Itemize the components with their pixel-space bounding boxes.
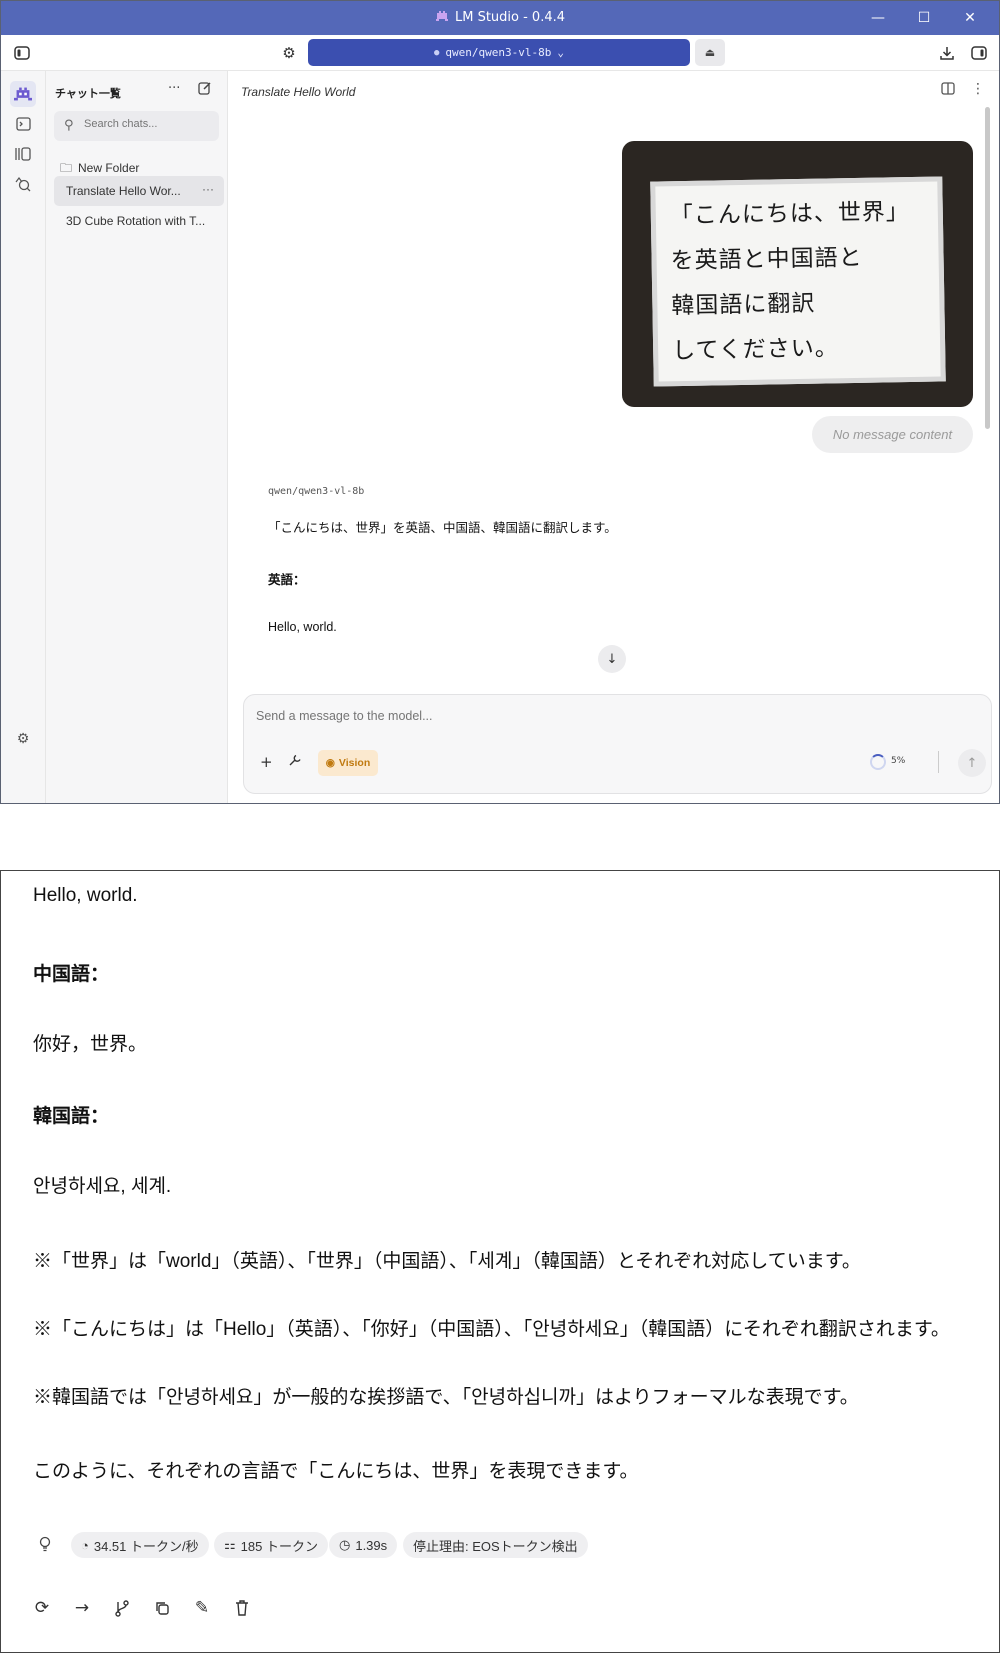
vision-badge[interactable]: ◉ Vision [318,750,378,776]
message-input[interactable] [256,709,956,733]
chat-list-item[interactable]: 3D Cube Rotation with T... [54,206,224,236]
split-view-icon[interactable] [941,82,955,99]
reply-note: ※「こんにちは」は「Hello」（英語）、「你好」（中国語）、「안녕하세요」（韓… [33,1319,950,1340]
message-composer: + ◉Vision 5% ↑ [243,694,992,794]
generation-time: 1.39s [355,1537,388,1553]
terminal-icon[interactable] [10,111,36,137]
minimize-button[interactable]: — [855,1,901,35]
context-usage-ring [870,754,886,770]
token-count: 185 トークン [240,1538,318,1554]
clock-icon: ◷ [339,1537,351,1552]
search-input[interactable] [84,118,209,130]
chat-icon[interactable] [10,81,36,107]
tokens-per-second: 34.51 トークン/秒 [93,1538,199,1554]
discover-icon[interactable] [10,171,36,197]
lm-studio-logo-icon [435,11,448,21]
scroll-to-bottom-button[interactable]: ↓ [598,645,626,673]
eject-icon: ⏏ [704,46,716,59]
chat-item-label: Translate Hello Wor... [66,184,181,198]
title-bar: LM Studio - 0.4.4 — ☐ ✕ [1,1,999,35]
vision-label: Vision [338,757,371,769]
speedometer-icon: ◔ [81,1537,89,1553]
board-line: を英語と中国語と [670,244,863,275]
reply-korean-text: 안녕하세요, 세계. [33,1176,172,1197]
download-icon[interactable] [937,43,957,63]
lightbulb-icon[interactable] [39,1536,51,1556]
chat-item-more-icon[interactable]: ··· [202,182,214,196]
reply-note: ※韓国語では「안녕하세요」が一般的な挨拶語で、「안녕하십니까」はよりフォーマルな… [33,1387,859,1408]
model-icon: ● [433,47,440,58]
reply-korean-heading: 韓国語： [33,1106,110,1127]
chat-item-label: 3D Cube Rotation with T... [66,214,206,228]
wrench-icon[interactable] [288,753,302,771]
reply-closing: このように、それぞれの言語で「こんにちは、世界」を表現できます。 [33,1461,639,1482]
toolbar: ⚙ ● qwen/qwen3-vl-8b ⌄ ⏏ [1,35,999,71]
add-attachment-icon[interactable]: + [260,753,273,771]
folder-plus-icon: 🗀 [60,161,73,175]
branch-icon[interactable] [110,1596,134,1620]
new-folder-label: New Folder [78,161,140,175]
regenerate-icon[interactable]: ⟳ [30,1596,54,1620]
board-line: 「こんにちは、世界」 [669,199,911,230]
search-box[interactable]: ⚲ [54,111,219,141]
context-usage-percent: 5% [891,756,906,766]
toggle-sidebar-icon[interactable] [12,43,32,63]
board-line: 韓国語に翻訳 [671,290,816,320]
token-count-badge: ⚏ 185 トークン [214,1532,328,1558]
edit-pencil-icon[interactable]: ✎ [190,1596,214,1620]
maximize-button[interactable]: ☐ [901,1,947,35]
sidebar-more-icon[interactable]: ··· [168,81,180,96]
close-button[interactable]: ✕ [947,1,993,35]
window-title: LM Studio - 0.4.4 [454,10,566,25]
token-icon: ⚏ [224,1537,236,1552]
reply-english-heading: 英語： [268,573,306,587]
eye-icon: ◉ [325,757,335,769]
stop-reason-badge: 停止理由: EOSトークン検出 [403,1532,588,1558]
attached-image[interactable]: 「こんにちは、世界」 を英語と中国語と 韓国語に翻訳 してください。 [622,141,973,407]
arrow-up-icon: ↑ [966,755,978,771]
chat-options-icon[interactable]: ⋮ [971,81,985,97]
send-button[interactable]: ↑ [958,749,986,777]
arrow-down-icon: ↓ [606,651,618,667]
copy-icon[interactable] [150,1596,174,1620]
reply-english-text: Hello, world. [268,620,337,634]
reply-english-text: Hello, world. [33,885,138,906]
reply-continuation-panel: Hello, world. 中国語： 你好，世界。 韓国語： 안녕하세요, 세계… [0,870,1000,1653]
chevron-down-icon: ⌄ [557,46,564,59]
whiteboard-photo: 「こんにちは、世界」 を英語と中国語と 韓国語に翻訳 してください。 [650,176,946,387]
user-message-bubble: No message content [812,416,973,453]
gear-icon[interactable]: ⚙ [279,43,299,63]
scrollbar[interactable] [985,107,990,429]
chat-title: Translate Hello World [241,85,356,99]
chat-main: Translate Hello World ⋮ 「こんにちは、世界」 を英語と中… [228,71,999,803]
time-badge: ◷ 1.39s [329,1532,398,1558]
stop-reason: 停止理由: EOSトークン検出 [413,1538,578,1554]
delete-trash-icon[interactable] [230,1596,254,1620]
reply-chinese-text: 你好，世界。 [33,1034,148,1055]
reply-chinese-heading: 中国語： [33,964,110,985]
chat-sidebar: チャット一覧 ··· ⚲ 🗀 New Folder Translate Hello… [46,71,228,803]
reply-note: ※「世界」は「world」（英語）、「世界」（中国語）、「세계」（韓国語）とそれ… [33,1251,861,1272]
search-icon: ⚲ [64,118,74,133]
new-chat-icon[interactable] [198,81,212,99]
eject-model-button[interactable]: ⏏ [695,39,725,66]
continue-arrow-icon[interactable]: → [70,1596,94,1620]
lm-studio-window: LM Studio - 0.4.4 — ☐ ✕ ⚙ ● qwen/qwen3-v… [0,0,1000,804]
tokens-per-second-badge: ◔ 34.51 トークン/秒 [71,1532,209,1558]
sidebar-heading: チャット一覧 [55,87,121,100]
divider [938,751,939,773]
model-name: qwen/qwen3-vl-8b [445,46,552,59]
reply-intro: 「こんにちは、世界」を英語、中国語、韓国語に翻訳します。 [268,521,617,535]
icon-rail: ⚙ [1,71,46,803]
board-line: してください。 [671,335,840,365]
assistant-model-tag: qwen/qwen3-vl-8b [268,486,365,497]
settings-gear-icon[interactable]: ⚙ [10,726,36,752]
model-selector[interactable]: ● qwen/qwen3-vl-8b ⌄ [308,39,690,66]
right-panel-icon[interactable] [969,43,989,63]
models-icon[interactable] [10,141,36,167]
chat-list-item[interactable]: Translate Hello Wor... ··· [54,176,224,206]
